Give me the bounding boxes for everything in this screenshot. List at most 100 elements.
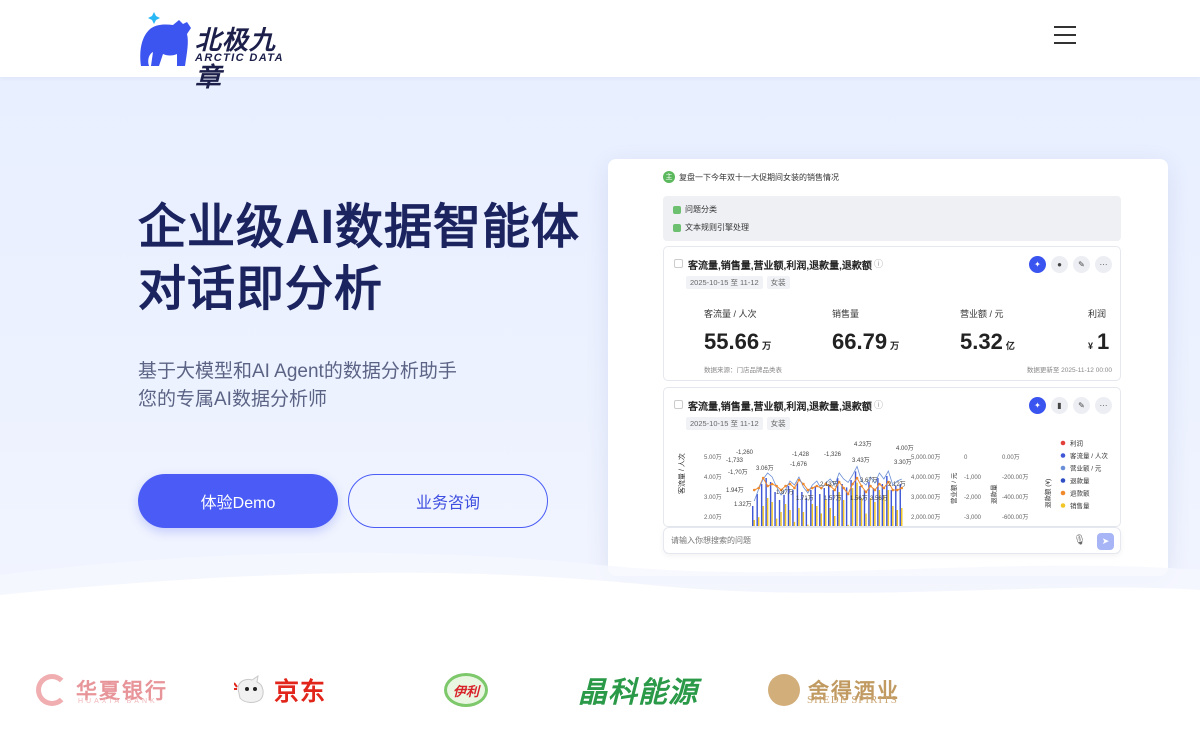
data-label: 1.56万 [850, 495, 868, 502]
kpi-panel: 客流量,销售量,营业额,利润,退款量,退款额 ⓘ 2025-10-15 至 11… [663, 246, 1121, 381]
bar-sales [856, 482, 858, 526]
bar-traffic [774, 492, 776, 526]
bar-sales [766, 498, 769, 526]
info-icon[interactable]: ⓘ [874, 398, 883, 411]
more-icon[interactable]: ··· [1095, 397, 1112, 414]
y-tick-label: 3,000.00万 [911, 494, 940, 501]
kpi-value: 66.79 万 [832, 329, 900, 354]
check-icon [673, 205, 681, 214]
business-consult-button[interactable]: 业务咨询 [348, 474, 548, 528]
chart-panel: 客流量,销售量,营业额,利润,退款量,退款额 ⓘ 2025-10-15 至 11… [663, 387, 1121, 527]
y-tick-label: -400.00万 [1002, 494, 1028, 501]
data-label: -1,676 [790, 462, 808, 468]
date-range-tag[interactable]: 2025-10-15 至 11-12 [686, 417, 763, 430]
settings-icon[interactable]: ● [1051, 256, 1068, 273]
polar-bear-icon [140, 12, 191, 66]
check-icon [673, 223, 681, 232]
panel-filter-tags: 2025-10-15 至 11-12 女装 [686, 276, 790, 289]
panel-toolbar: ✦ ● ✎ ··· [1029, 256, 1112, 273]
huaxia-bank-logo: 华夏银行 HUAXIA BANK [36, 660, 168, 720]
yili-logo: 伊利 [444, 660, 488, 720]
pin-icon[interactable]: ✦ [1029, 397, 1046, 414]
hero-subtitle-line-1: 基于大模型和AI Agent的数据分析助手 [138, 361, 457, 382]
pin-icon[interactable]: ✦ [1029, 256, 1046, 273]
more-icon[interactable]: ··· [1095, 256, 1112, 273]
line-point [895, 488, 899, 492]
edit-icon[interactable]: ✎ [1073, 256, 1090, 273]
arctic-data-logo[interactable]: 北极九章 ARCTIC DATA [137, 6, 297, 92]
data-label: 3.43万 [852, 457, 870, 464]
legend-marker [1060, 503, 1066, 508]
bar-traffic [819, 494, 821, 526]
user-question-text: 复盘一下今年双十一大促期间女装的销售情况 [679, 172, 839, 182]
data-label: 1.71万 [796, 495, 814, 502]
line-point [793, 486, 796, 490]
try-demo-button[interactable]: 体验Demo [138, 474, 338, 528]
category-tag[interactable]: 女装 [766, 417, 790, 430]
line-point [873, 488, 877, 492]
data-label: 4.23万 [854, 441, 872, 448]
shede-mark-icon [768, 674, 800, 706]
bar-chart-icon[interactable]: ▮ [1051, 397, 1068, 414]
bar-traffic [899, 484, 901, 526]
kpi-value: 5.32 亿 [960, 329, 1015, 354]
jd-logo: 京东 [234, 660, 326, 720]
jinko-solar-logo: 晶科能源 [578, 677, 699, 709]
user-question: 主 复盘一下今年双十一大促期间女装的销售情况 [663, 171, 839, 183]
bar-traffic [778, 500, 781, 526]
line-point [891, 488, 895, 492]
y-tick-label: -2,000 [964, 495, 982, 501]
info-icon[interactable]: ⓘ [874, 257, 883, 270]
legend-marker [1060, 440, 1066, 446]
legend-label: 客流量 / 人次 [1070, 451, 1108, 460]
line-point [770, 482, 774, 486]
huaxia-bank-mark-icon [36, 674, 68, 706]
bar-sales [762, 506, 764, 526]
y-tick-label: -1,000 [964, 475, 982, 481]
data-label: -1,326 [824, 452, 842, 458]
bar-sales [901, 508, 903, 526]
line-point [864, 490, 868, 494]
partner-logos: 华夏银行 HUAXIA BANK 京东 伊利 晶科能源 舍得酒业 SHEDE S… [0, 660, 1200, 720]
line-point [806, 488, 810, 492]
hamburger-menu-icon[interactable] [1054, 26, 1076, 44]
line-point [851, 482, 854, 486]
category-tag[interactable]: 女装 [766, 276, 790, 289]
date-range-tag[interactable]: 2025-10-15 至 11-12 [686, 276, 763, 289]
data-label: 3.30万 [894, 459, 912, 466]
legend-label: 营业额 / 元 [1070, 464, 1102, 473]
bar-sales [851, 488, 854, 526]
shede-english: SHEDE SPIRITS [807, 694, 898, 706]
y-axis-label: 退款额 (¥) [1043, 479, 1052, 508]
line-point [860, 484, 863, 488]
kpi-sales: 销售量 66.79 万 [832, 307, 899, 355]
line-point [775, 484, 778, 488]
y-tick-label: 0 [964, 455, 968, 461]
bar-sales [825, 500, 827, 526]
bar-traffic [814, 486, 817, 526]
panel-checkbox[interactable] [674, 259, 683, 268]
data-label: 1.32万 [734, 501, 752, 508]
step-item: 问题分类 [673, 204, 717, 215]
user-avatar-icon: 主 [663, 171, 675, 183]
huaxia-bank-english: HUAXIA BANK [78, 698, 158, 705]
kpi-value: 55.66 万 [704, 329, 772, 354]
hero-title-line-2: 对话即分析 [138, 263, 384, 316]
bar-traffic [756, 494, 758, 526]
bar-sales [865, 513, 867, 526]
panel-checkbox[interactable] [674, 400, 683, 409]
question-input[interactable] [671, 536, 1051, 545]
line-point [855, 476, 859, 480]
hero-subtitle: 基于大模型和AI Agent的数据分析助手 您的专属AI数据分析师 [138, 358, 457, 414]
bar-sales [802, 512, 805, 526]
data-label: 2.13万 [820, 481, 838, 488]
line-point [837, 480, 841, 484]
bar-traffic [823, 488, 825, 526]
y-axis-label: 客流量 / 人次 [677, 453, 686, 494]
edit-icon[interactable]: ✎ [1073, 397, 1090, 414]
bar-sales [757, 517, 760, 526]
line-point [869, 484, 872, 488]
data-label: 1.57万 [824, 495, 842, 502]
logo-english-text: ARCTIC DATA [195, 52, 284, 64]
bar-sales [896, 510, 899, 526]
